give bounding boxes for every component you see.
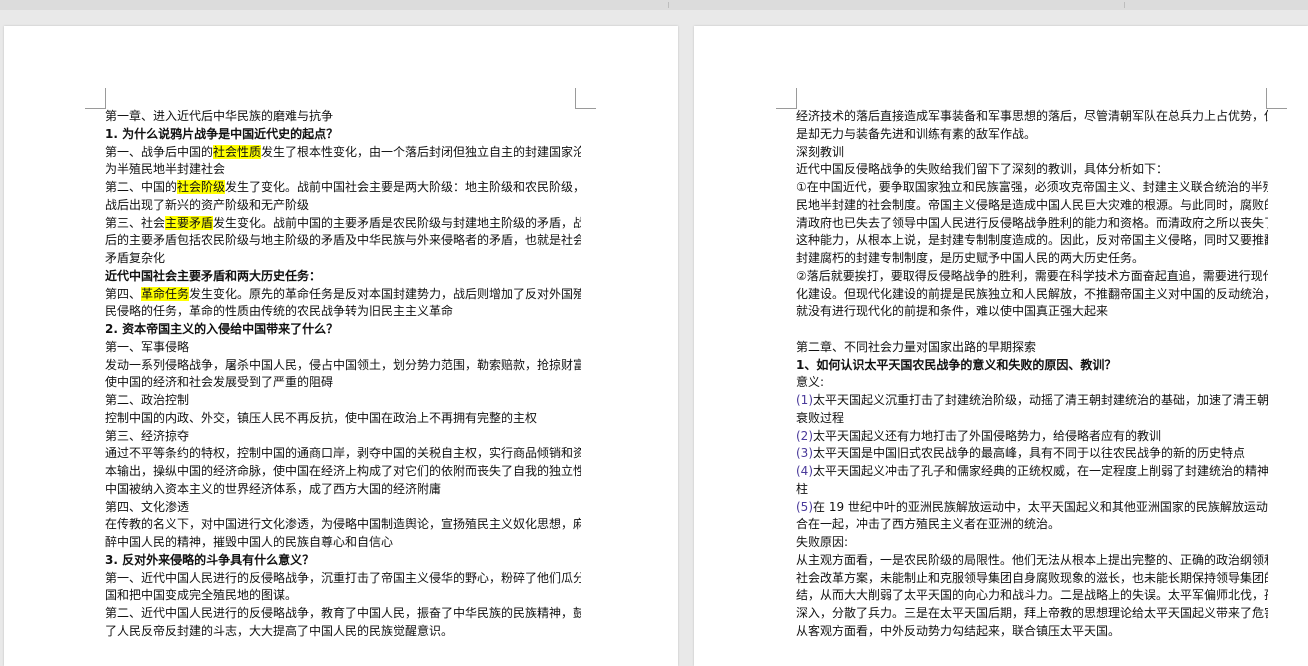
text-line: 通过不平等条约的特权，控制中国的通商口岸，剥夺中国的关税自主权，实行商品倾销和资 bbox=[105, 446, 581, 461]
crop-mark bbox=[85, 88, 106, 109]
text-segment: (2) bbox=[796, 428, 813, 443]
text-line: 第二、近代中国人民进行的反侵略战争，教育了中国人民，振奋了中华民族的民族精神，鼓… bbox=[105, 606, 581, 620]
text-line: 清政府也已失去了领导中国人民进行反侵略战争胜利的能力和资格。而清政府之所以丧失了 bbox=[796, 215, 1268, 230]
text-segment: 发生变化。战前中国的主要矛盾是农民阶级与封建地主阶级的矛盾，战 bbox=[213, 215, 581, 230]
text-line: 第一、军事侵略 bbox=[105, 339, 190, 354]
page-text-left[interactable]: 第一章、进入近代后中华民族的磨难与抗争 1. 为什么说鸦片战争是中国近代史的起点？… bbox=[105, 108, 581, 641]
text-line: 了人民反帝反封建的斗志，大大提高了中国人民的民族觉醒意识。 bbox=[105, 623, 454, 638]
text-line: 为半殖民地半封建社会 bbox=[105, 162, 226, 177]
text-line: 从客观方面看，中外反动势力勾结起来，联合镇压太平天国。 bbox=[796, 623, 1121, 638]
text-line: 战后出现了新兴的资产阶级和无产阶级 bbox=[105, 197, 310, 212]
text-line: 2. 资本帝国主义的入侵给中国带来了什么？ bbox=[105, 322, 339, 336]
text-line: ②落后就要挨打，要取得反侵略战争的胜利，需要在科学技术方面奋起直追，需要进行现代 bbox=[796, 268, 1268, 283]
text-line: 第一、近代中国人民进行的反侵略战争，沉重打击了帝国主义侵华的野心，粉碎了他们瓜分… bbox=[105, 570, 581, 585]
text-line: 中国被纳入资本主义的世界经济体系，成了西方大国的经济附庸 bbox=[105, 481, 442, 496]
text-line: 第三、社会主要矛盾发生变化。战前中国的主要矛盾是农民阶级与封建地主阶级的矛盾，战 bbox=[105, 215, 581, 233]
highlighted-text: 社会性质 bbox=[213, 144, 262, 159]
crop-mark bbox=[1266, 88, 1287, 109]
text-segment: 发生了根本性变化，由一个落后封闭但独立自主的封建国家沦 bbox=[261, 144, 581, 159]
text-line: 第四、文化渗透 bbox=[105, 499, 190, 514]
text-line: ①在中国近代，要争取国家独立和民族富强，必须攻克帝国主义、封建主义联合统治的半殖 bbox=[796, 180, 1268, 194]
text-segment: 第一、战争后中国的 bbox=[105, 144, 214, 159]
text-line: 经济技术的落后直接造成军事装备和军事思想的落后，尽管清朝军队在总兵力上占优势，但 bbox=[796, 109, 1268, 123]
crop-mark bbox=[776, 88, 797, 109]
document-page-right[interactable]: 经济技术的落后直接造成军事装备和军事思想的落后，尽管清朝军队在总兵力上占优势，但… bbox=[694, 26, 1308, 666]
text-line: 在传教的名义下，对中国进行文化渗透，为侵略中国制造舆论，宣扬殖民主义奴化思想，麻 bbox=[105, 517, 581, 532]
text-line: (2)太平天国起义还有力地打击了外国侵略势力，给侵略者应有的教训 bbox=[796, 428, 1268, 446]
text-line: 近代中国反侵略战争的失败给我们留下了深刻的教训，具体分析如下： bbox=[796, 162, 1169, 177]
text-line: 从主观方面看，一是农民阶级的局限性。他们无法从根本上提出完整的、正确的政治纲领和 bbox=[796, 552, 1268, 567]
text-line: 合在一起，冲击了西方殖民主义者在亚洲的统治。 bbox=[796, 517, 1061, 532]
highlighted-text: 革命任务 bbox=[141, 286, 190, 301]
text-segment: 第二、中国的 bbox=[105, 180, 178, 194]
text-line: 1、如何认识太平天国农民战争的意义和失败的原因、教训？ bbox=[796, 357, 1117, 372]
text-line: 第三、经济掠夺 bbox=[105, 428, 190, 443]
text-line: 醉中国人民的精神，摧毁中国人的民族自尊心和自信心 bbox=[105, 535, 394, 549]
text-line: 第二、政治控制 bbox=[105, 393, 190, 407]
text-line: 本输出，操纵中国的经济命脉，使中国在经济上构成了对它们的依附而丧失了自我的独立性… bbox=[105, 464, 581, 478]
text-line: 失败原因: bbox=[796, 535, 849, 549]
highlighted-text: 社会阶级 bbox=[177, 180, 226, 194]
text-line: 第二、中国的社会阶级发生了变化。战前中国社会主要是两大阶级：地主阶级和农民阶级， bbox=[105, 179, 581, 197]
text-line: 1. 为什么说鸦片战争是中国近代史的起点？ bbox=[105, 126, 339, 141]
text-segment: 发生变化。原先的革命任务是反对本国封建势力，战后则增加了反对外国殖 bbox=[189, 286, 581, 301]
text-segment: 太平天国起义还有力地打击了外国侵略势力，给侵略者应有的教训 bbox=[813, 428, 1162, 443]
text-line: 封建腐朽的封建专制制度，是历史赋予中国人民的两大历史任务。 bbox=[796, 251, 1145, 265]
text-line: 深入，分散了兵力。三是在太平天国后期，拜上帝教的思想理论给太平天国起义带来了危害… bbox=[796, 606, 1268, 620]
text-line: 第四、革命任务发生变化。原先的革命任务是反对本国封建势力，战后则增加了反对外国殖 bbox=[105, 286, 581, 304]
text-segment: 在 19 世纪中叶的亚洲民族解放运动中，太平天国起义和其他亚洲国家的民族解放运动… bbox=[813, 499, 1268, 514]
ruler-bar bbox=[0, 0, 1308, 10]
text-line bbox=[796, 321, 1268, 339]
text-line: 民地半封建的社会制度。帝国主义侵略是造成中国人民巨大灾难的根源。与此同时，腐败的 bbox=[796, 197, 1268, 212]
text-segment: 太平天国是中国旧式农民战争的最高峰，具有不同于以往农民战争的新的历史特点 bbox=[813, 446, 1246, 461]
text-segment: (1) bbox=[796, 393, 813, 407]
text-line: 3. 反对外来侵略的斗争具有什么意义？ bbox=[105, 552, 315, 567]
text-line: 就没有进行现代化的前提和条件，难以使中国真正强大起来 bbox=[796, 304, 1109, 319]
text-segment: 第四、 bbox=[105, 286, 142, 301]
text-line: 化建设。但现代化建设的前提是民族独立和人民解放，不推翻帝国主义对中国的反动统治， bbox=[796, 286, 1268, 301]
text-segment: 太平天国起义沉重打击了封建统治阶级，动摇了清王朝封建统治的基础，加速了清王朝的 bbox=[813, 393, 1268, 407]
text-segment: (3) bbox=[796, 446, 813, 461]
text-line: 第二章、不同社会力量对国家出路的早期探索 bbox=[796, 339, 1037, 354]
text-line: 衰败过程 bbox=[796, 410, 845, 425]
text-line: 第一、战争后中国的社会性质发生了根本性变化，由一个落后封闭但独立自主的封建国家沦 bbox=[105, 144, 581, 162]
text-line: 结，从而大大削弱了太平天国的向心力和战斗力。二是战略上的失误。太平军偏师北伐，孤… bbox=[796, 588, 1268, 603]
document-page-left[interactable]: 第一章、进入近代后中华民族的磨难与抗争 1. 为什么说鸦片战争是中国近代史的起点？… bbox=[4, 26, 678, 666]
text-line: 柱 bbox=[796, 481, 809, 496]
text-line: 矛盾复杂化 bbox=[105, 251, 166, 265]
text-line: 民侵略的任务，革命的性质由传统的农民战争转为旧民主主义革命 bbox=[105, 304, 454, 319]
text-segment: (5) bbox=[796, 499, 813, 514]
text-line: 后的主要矛盾包括农民阶级与地主阶级的矛盾及中华民族与外来侵略者的矛盾，也就是社会 bbox=[105, 233, 581, 248]
text-line: 使中国的经济和社会发展受到了严重的阻碍 bbox=[105, 375, 334, 390]
text-line: 国和把中国变成完全殖民地的图谋。 bbox=[105, 588, 298, 603]
ruler-tick bbox=[1124, 2, 1125, 8]
ruler-tick bbox=[668, 2, 669, 8]
text-line: (4)太平天国起义冲击了孔子和儒家经典的正统权威，在一定程度上削弱了封建统治的精… bbox=[796, 463, 1268, 481]
text-line: 这种能力，从根本上说，是封建专制制度造成的。因此，反对帝国主义侵略，同时又要推翻 bbox=[796, 233, 1268, 248]
text-line: 第一章、进入近代后中华民族的磨难与抗争 bbox=[105, 109, 334, 123]
text-line: 发动一系列侵略战争，屠杀中国人民，侵占中国领土，划分势力范围，勒索赔款，抢掠财富… bbox=[105, 357, 581, 372]
text-line: 控制中国的内政、外交，镇压人民不再反抗，使中国在政治上不再拥有完整的主权 bbox=[105, 410, 538, 425]
text-segment: 第三、社会 bbox=[105, 215, 166, 230]
text-segment: 发生了变化。战前中国社会主要是两大阶级：地主阶级和农民阶级， bbox=[225, 180, 581, 194]
highlighted-text: 主要矛盾 bbox=[165, 215, 214, 230]
text-segment: 太平天国起义冲击了孔子和儒家经典的正统权威，在一定程度上削弱了封建统治的精神支 bbox=[813, 464, 1268, 478]
text-line: 意义: bbox=[796, 375, 825, 390]
text-line: (3)太平天国是中国旧式农民战争的最高峰，具有不同于以往农民战争的新的历史特点 bbox=[796, 445, 1268, 463]
text-line: (1)太平天国起义沉重打击了封建统治阶级，动摇了清王朝封建统治的基础，加速了清王… bbox=[796, 392, 1268, 410]
crop-mark bbox=[575, 88, 596, 109]
text-line: 是却无力与装备先进和训练有素的敌军作战。 bbox=[796, 126, 1037, 141]
text-line: 近代中国社会主要矛盾和两大历史任务： bbox=[105, 268, 322, 283]
text-line: 社会改革方案，未能制止和克服领导集团自身腐败现象的滋长，也未能长期保持领导集团的… bbox=[796, 570, 1268, 585]
text-segment: (4) bbox=[796, 464, 813, 478]
text-line: (5)在 19 世纪中叶的亚洲民族解放运动中，太平天国起义和其他亚洲国家的民族解… bbox=[796, 499, 1268, 517]
text-line: 深刻教训 bbox=[796, 144, 845, 159]
page-text-right[interactable]: 经济技术的落后直接造成军事装备和军事思想的落后，尽管清朝军队在总兵力上占优势，但… bbox=[796, 108, 1268, 641]
